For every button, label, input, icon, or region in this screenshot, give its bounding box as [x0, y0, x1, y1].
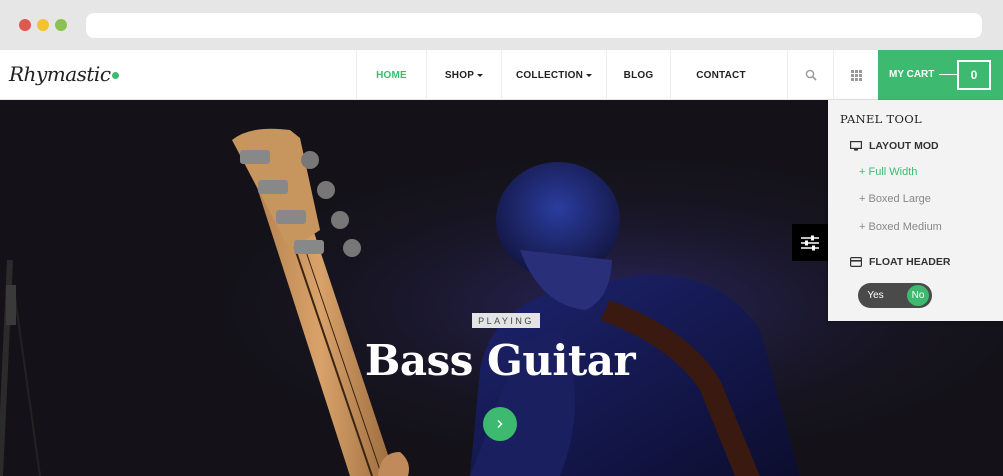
nav-label: HOME [376, 69, 407, 81]
search-icon [805, 69, 817, 81]
nav-label: SHOP [444, 69, 475, 81]
nav-label: CONTACT [696, 69, 746, 81]
card-icon [850, 257, 862, 267]
site-header: Rhymastic HOME SHOP COLLECTION BLOG CONT… [0, 50, 1003, 100]
browser-window: Rhymastic HOME SHOP COLLECTION BLOG CONT… [0, 0, 1003, 476]
nav-label: COLLECTION [516, 69, 583, 81]
site-logo[interactable]: Rhymastic [9, 62, 119, 86]
browser-chrome [0, 0, 1003, 50]
grid-menu-icon [851, 69, 862, 81]
toggle-yes-label: Yes [867, 290, 884, 301]
main-nav: HOME SHOP COLLECTION BLOG CONTACT [356, 50, 771, 100]
search-button[interactable] [787, 50, 833, 100]
cart-count-badge: 0 [957, 60, 991, 90]
monitor-icon [850, 141, 862, 151]
layout-mod-label: LAYOUT MOD [869, 140, 939, 152]
nav-item-collection[interactable]: COLLECTION [501, 50, 606, 100]
layout-option-boxed-medium[interactable]: + Boxed Medium [859, 221, 942, 233]
caret-down-icon [586, 73, 592, 77]
nav-item-contact[interactable]: CONTACT [670, 50, 771, 100]
layout-option-boxed-large[interactable]: + Boxed Large [859, 193, 931, 205]
grid-menu-button[interactable] [833, 50, 879, 100]
panel-title: PANEL TOOL [840, 112, 922, 126]
nav-item-home[interactable]: HOME [356, 50, 426, 100]
hero-tag: PLAYING [472, 313, 540, 328]
nav-item-blog[interactable]: BLOG [606, 50, 670, 100]
toggle-no-knob: No [907, 285, 929, 306]
float-header-toggle[interactable]: Yes No [858, 283, 932, 308]
layout-mod-heading: LAYOUT MOD [850, 140, 939, 152]
nav-label: BLOG [623, 69, 654, 81]
cart-divider [939, 74, 957, 75]
hero-title: Bass Guitar [364, 336, 636, 385]
layout-option-full-width[interactable]: + Full Width [859, 166, 917, 178]
float-header-label: FLOAT HEADER [869, 256, 951, 268]
panel-tool-toggle[interactable] [792, 224, 828, 261]
minimize-window-dot[interactable] [37, 19, 49, 31]
logo-text: Rhymastic [9, 62, 111, 86]
address-bar[interactable] [86, 13, 982, 38]
cart-button[interactable]: MY CART 0 [878, 50, 1003, 100]
maximize-window-dot[interactable] [55, 19, 67, 31]
nav-item-shop[interactable]: SHOP [426, 50, 501, 100]
caret-down-icon [477, 73, 484, 77]
float-header-heading: FLOAT HEADER [850, 256, 950, 268]
chevron-right-icon [497, 420, 503, 428]
logo-dot-icon [111, 72, 119, 79]
sliders-icon [801, 235, 819, 250]
hero-next-button[interactable] [483, 407, 517, 441]
close-window-dot[interactable] [19, 19, 31, 31]
panel-tool: PANEL TOOL LAYOUT MOD + Full Width + Box… [828, 100, 1003, 321]
cart-label: MY CART [889, 69, 935, 80]
